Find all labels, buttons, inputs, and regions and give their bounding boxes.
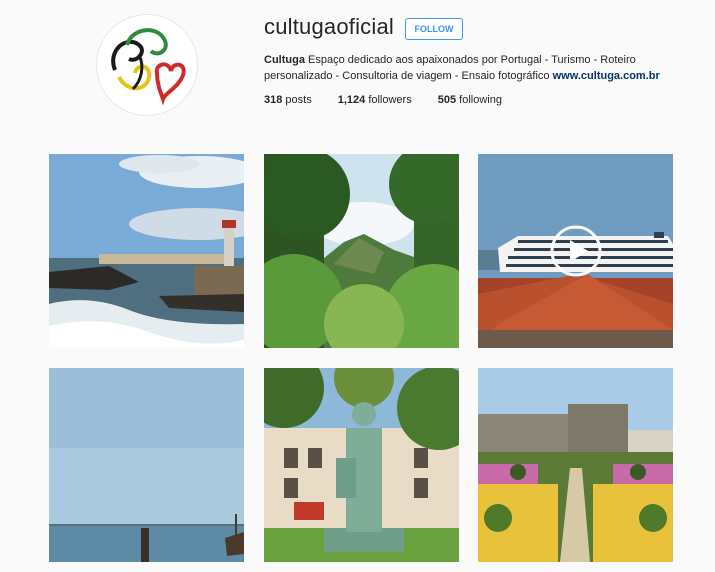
followers-count-label: followers	[368, 94, 412, 106]
followers-count-value: 1,124	[337, 94, 366, 106]
post-thumbnail-statue-square[interactable]	[264, 368, 459, 562]
followers-count[interactable]: 1,124 followers	[338, 94, 412, 106]
post-thumbnail-forest-mountain[interactable]	[264, 154, 459, 348]
castle-garden-image	[478, 368, 673, 562]
follow-button[interactable]: FOLLOW	[405, 18, 463, 40]
forest-mountain-image	[264, 154, 459, 348]
following-count-label: following	[459, 94, 502, 106]
following-count[interactable]: 505 following	[438, 94, 502, 106]
cultuga-logo-icon	[97, 15, 197, 115]
sea-horizon-pier-image	[49, 368, 244, 562]
profile-username: cultugaoficial	[264, 14, 394, 39]
posts-count-label: posts	[285, 94, 312, 106]
posts-count-value: 318	[264, 94, 283, 106]
statue-square-image	[264, 368, 459, 562]
post-thumbnail-coastal-lighthouse[interactable]	[49, 154, 244, 348]
post-thumbnail-cruise-ship-rooftop[interactable]	[478, 154, 673, 348]
bio-link[interactable]: www.cultuga.com.br	[553, 70, 660, 82]
profile-bio: Cultuga Espaço dedicado aos apaixonados …	[264, 52, 684, 84]
coastal-lighthouse-image	[49, 154, 244, 348]
play-icon	[550, 225, 602, 277]
profile-stats: 318 posts 1,124 followers 505 following	[264, 94, 528, 106]
following-count-value: 505	[437, 94, 457, 106]
post-thumbnail-castle-garden[interactable]	[478, 368, 673, 562]
post-thumbnail-sea-horizon-pier[interactable]	[49, 368, 244, 562]
posts-count: 318 posts	[264, 94, 312, 106]
bio-name: Cultuga	[264, 54, 305, 66]
profile-avatar[interactable]	[96, 14, 198, 116]
